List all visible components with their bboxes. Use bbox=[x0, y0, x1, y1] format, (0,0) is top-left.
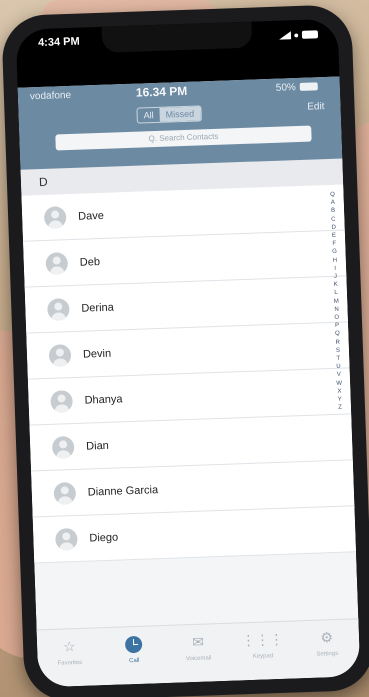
phone-frame: 4:34 PM ● vodafone 16.34 PM 50% All Miss… bbox=[1, 4, 369, 697]
wifi-icon: ● bbox=[293, 29, 300, 41]
alpha-letter[interactable]: Q bbox=[335, 330, 340, 338]
segment-missed[interactable]: Missed bbox=[159, 106, 201, 122]
alpha-letter[interactable]: H bbox=[333, 256, 338, 264]
avatar bbox=[50, 389, 73, 413]
alpha-letter[interactable]: D bbox=[331, 224, 336, 232]
keypad-icon: ⋮⋮⋮ bbox=[241, 630, 284, 648]
battery-icon bbox=[301, 30, 319, 39]
contact-name: Derina bbox=[81, 301, 114, 315]
app-header: vodafone 16.34 PM 50% All Missed Edit Q.… bbox=[17, 76, 343, 170]
avatar bbox=[55, 527, 78, 551]
contact-row[interactable]: Diego bbox=[32, 506, 357, 564]
gear-icon: ⚙ bbox=[320, 628, 334, 646]
tab-label: Keypad bbox=[252, 653, 274, 660]
alpha-letter[interactable]: N bbox=[334, 306, 339, 314]
device-time: 4:34 PM bbox=[37, 35, 80, 50]
battery-percent: 50% bbox=[275, 82, 296, 94]
alpha-letter[interactable]: Z bbox=[338, 404, 342, 412]
alpha-letter[interactable]: U bbox=[336, 363, 341, 371]
contact-name: Dian bbox=[85, 439, 110, 453]
alpha-letter[interactable]: P bbox=[335, 322, 339, 330]
contacts-list: Dave Deb Derina Devin Dhanya Dian Dianne… bbox=[21, 184, 357, 564]
phone-screen: 4:34 PM ● vodafone 16.34 PM 50% All Miss… bbox=[15, 18, 361, 688]
tab-keypad[interactable]: ⋮⋮⋮ Keypad bbox=[237, 630, 289, 681]
alpha-letter[interactable]: M bbox=[334, 297, 339, 305]
phone-app: vodafone 16.34 PM 50% All Missed Edit Q.… bbox=[17, 76, 361, 688]
avatar bbox=[43, 205, 67, 229]
alpha-letter[interactable]: L bbox=[334, 289, 338, 297]
tab-label: Favorites bbox=[57, 659, 83, 667]
tab-favorites[interactable]: ☆ Favorites bbox=[44, 636, 96, 687]
avatar bbox=[53, 481, 77, 505]
envelope-icon: ✉ bbox=[191, 633, 205, 650]
contact-name: Devin bbox=[82, 347, 112, 361]
device-status-bar: 4:34 PM ● bbox=[16, 27, 339, 58]
avatar bbox=[51, 435, 75, 459]
contact-name: Deb bbox=[79, 255, 101, 269]
tab-settings[interactable]: ⚙ Settings bbox=[301, 627, 353, 678]
contact-name: Dhanya bbox=[84, 392, 123, 407]
alpha-letter[interactable]: X bbox=[337, 388, 341, 396]
avatar bbox=[47, 297, 70, 321]
alpha-letter[interactable]: R bbox=[335, 338, 340, 346]
carrier-name: vodafone bbox=[29, 89, 72, 103]
contact-name: Dianne Garcia bbox=[87, 483, 159, 499]
alpha-letter[interactable]: A bbox=[331, 199, 335, 207]
alpha-letter[interactable]: I bbox=[334, 265, 336, 273]
star-icon: ☆ bbox=[62, 637, 76, 655]
alpha-search-icon[interactable]: Q bbox=[330, 191, 335, 199]
alpha-letter[interactable]: E bbox=[332, 232, 336, 240]
tab-label: Voicemail bbox=[185, 655, 212, 663]
contact-name: Diego bbox=[89, 531, 119, 545]
tab-label: Call bbox=[129, 657, 140, 665]
clock-icon bbox=[123, 635, 144, 654]
alpha-letter[interactable]: K bbox=[334, 281, 338, 289]
alpha-letter[interactable]: W bbox=[336, 379, 342, 387]
alpha-letter[interactable]: G bbox=[332, 248, 337, 256]
contact-name: Dave bbox=[77, 209, 105, 223]
app-status-time: 16.34 PM bbox=[135, 83, 188, 100]
device-status-icons: ● bbox=[278, 29, 319, 41]
tab-call[interactable]: Call bbox=[108, 634, 160, 685]
app-battery-icon bbox=[299, 82, 318, 91]
search-input[interactable]: Q. Search Contacts bbox=[55, 125, 312, 151]
tab-voicemail[interactable]: ✉ Voicemail bbox=[173, 632, 225, 683]
avatar bbox=[48, 343, 72, 367]
tab-bar: ☆ Favorites Call ✉ Voicemail ⋮⋮⋮ Keypad … bbox=[36, 618, 361, 688]
edit-button[interactable]: Edit bbox=[307, 101, 325, 113]
alpha-letter[interactable]: J bbox=[334, 273, 337, 281]
alpha-letter[interactable]: T bbox=[336, 355, 340, 363]
signal-icon bbox=[278, 31, 291, 40]
alpha-letter[interactable]: S bbox=[336, 347, 340, 355]
segment-all[interactable]: All bbox=[137, 108, 159, 123]
alpha-letter[interactable]: O bbox=[334, 314, 339, 322]
alpha-letter[interactable]: V bbox=[337, 371, 341, 379]
alpha-letter[interactable]: Y bbox=[338, 396, 342, 404]
alpha-letter[interactable]: F bbox=[332, 240, 336, 248]
alpha-letter[interactable]: B bbox=[331, 207, 335, 215]
calls-segmented-control: All Missed bbox=[136, 105, 202, 124]
avatar bbox=[45, 251, 69, 275]
tab-label: Settings bbox=[316, 650, 339, 658]
alpha-letter[interactable]: C bbox=[331, 215, 336, 223]
